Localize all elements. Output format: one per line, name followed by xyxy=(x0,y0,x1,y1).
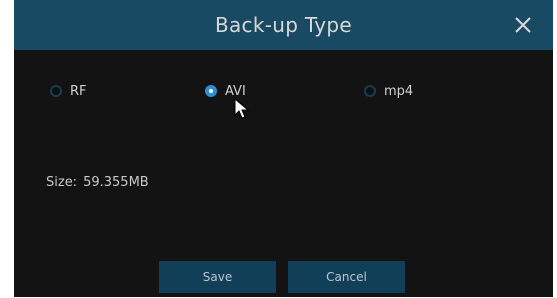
radio-label-mp4: mp4 xyxy=(384,83,414,99)
backup-size: Size: 59.355MB xyxy=(46,175,149,190)
dialog-title: Back-up Type xyxy=(214,13,353,37)
radio-button-avi[interactable] xyxy=(205,85,217,97)
cancel-button[interactable]: Cancel xyxy=(288,261,405,293)
radio-button-rf[interactable] xyxy=(50,85,62,97)
close-button[interactable] xyxy=(510,12,536,38)
radio-option-mp4[interactable]: mp4 xyxy=(364,82,413,100)
radio-button-mp4[interactable] xyxy=(364,85,376,97)
radio-label-avi: AVI xyxy=(225,83,246,99)
close-icon xyxy=(515,17,531,33)
backup-type-dialog: Back-up Type RF AVI mp4 Size: 59.355MB S… xyxy=(14,0,553,297)
save-button[interactable]: Save xyxy=(159,261,276,293)
size-label: Size: xyxy=(46,175,78,190)
radio-label-rf: RF xyxy=(70,83,87,99)
size-value: 59.355MB xyxy=(83,175,149,190)
mouse-cursor-icon xyxy=(234,98,250,119)
title-bar: Back-up Type xyxy=(14,0,553,50)
radio-option-rf[interactable]: RF xyxy=(50,82,87,100)
backup-type-radio-group: RF AVI mp4 xyxy=(14,82,553,100)
